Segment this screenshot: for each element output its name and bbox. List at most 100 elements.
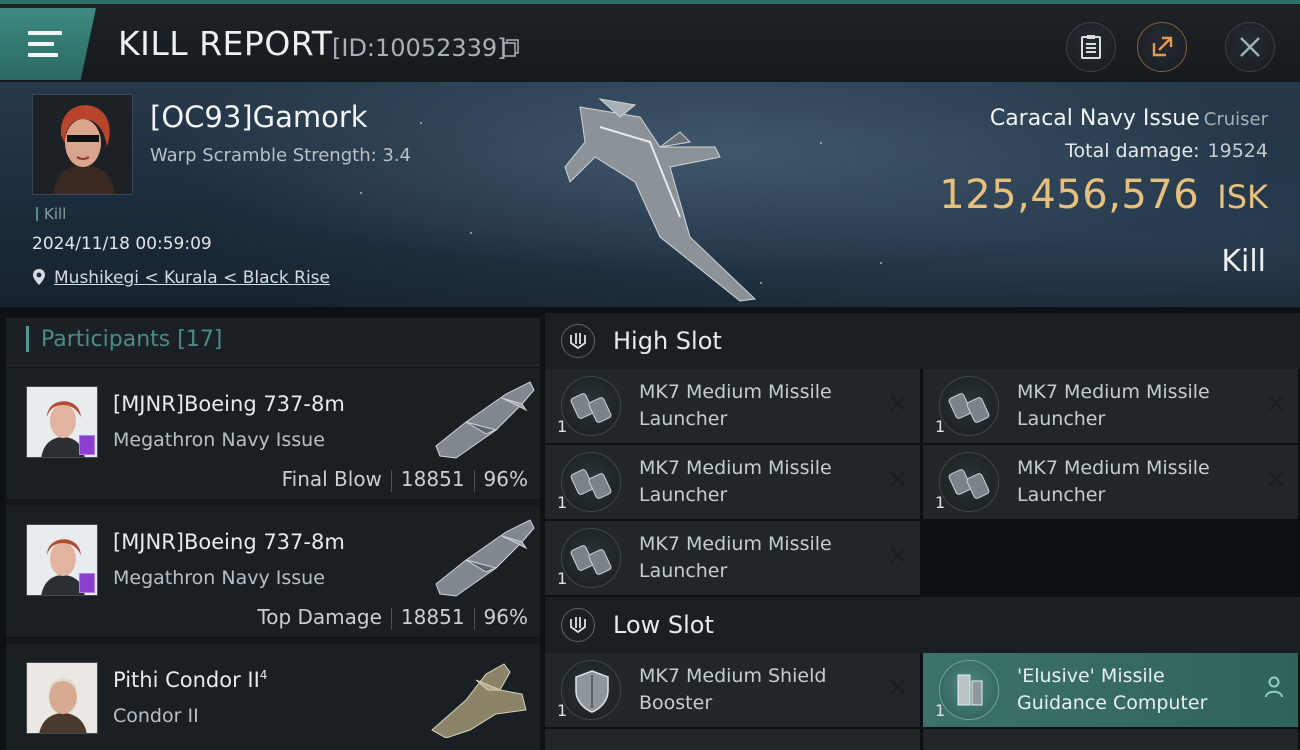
module-quantity: 1 <box>557 701 568 720</box>
module-name: MK7 Medium Missile Launcher <box>639 381 832 430</box>
module-name: MK7 Medium Missile Launcher <box>1017 381 1210 430</box>
missile-launcher-icon <box>939 376 999 436</box>
low-slot-header: Low Slot <box>545 597 1300 653</box>
participants-label: Participants <box>41 327 171 352</box>
participant-row[interactable]: [MJNR]Boeing 737-8m Megathron Navy Issue… <box>6 506 540 638</box>
module-quantity: 1 <box>935 493 946 512</box>
share-icon <box>1152 36 1173 57</box>
participant-percent: 96% <box>483 605 528 629</box>
victim-portrait[interactable] <box>32 94 133 195</box>
participant-ship-icon <box>431 663 527 738</box>
participant-stats: Final Blow 18851 96% <box>282 467 528 492</box>
participants-panel: Participants [17] [MJNR]Boeing 737-8m Me… <box>6 318 540 750</box>
avatar[interactable] <box>26 662 98 734</box>
victim-ship-name[interactable]: Caracal Navy Issue <box>990 106 1200 131</box>
module-item[interactable]: 1 MK7 Medium Shield Booster <box>545 653 920 727</box>
corp-badge-icon <box>79 573 95 593</box>
location-pin-icon <box>33 269 45 285</box>
participant-rank: 4 <box>259 668 268 682</box>
isk-currency: ISK <box>1217 178 1268 216</box>
module-quantity: 1 <box>557 493 568 512</box>
destroyed-icon <box>1268 395 1284 411</box>
module-name: MK7 Medium Missile Launcher <box>1017 457 1210 506</box>
corp-badge-icon <box>79 435 95 455</box>
destroyed-icon <box>890 471 906 487</box>
clipboard-button[interactable] <box>1066 22 1116 72</box>
module-name: MK7 Medium Missile Launcher <box>639 457 832 506</box>
participant-ship-icon <box>435 381 535 459</box>
total-damage-label: Total damage: <box>1065 140 1200 162</box>
kill-result: Kill <box>1221 244 1266 279</box>
participant-name[interactable]: [MJNR]Boeing 737-8m <box>113 392 345 416</box>
share-button[interactable] <box>1137 22 1187 72</box>
star <box>880 262 882 264</box>
missile-launcher-icon <box>561 452 621 512</box>
module-quantity: 1 <box>935 417 946 436</box>
avatar[interactable] <box>26 524 98 596</box>
missile-launcher-icon <box>939 452 999 512</box>
participant-ship-icon <box>435 519 535 597</box>
avatar[interactable] <box>26 386 98 458</box>
total-damage-value: 19524 <box>1207 140 1268 162</box>
participant-stats: Top Damage 18851 96% <box>257 605 528 630</box>
participant-ship: Megathron Navy Issue <box>113 429 325 451</box>
total-damage: Total damage: 19524 <box>1065 140 1268 162</box>
victim-summary: [OC93]Gamork Warp Scramble Strength: 3.4… <box>0 82 1300 307</box>
module-item[interactable]: 1 MK7 Medium Missile Launcher <box>545 521 920 595</box>
module-item[interactable]: 1 MK7 Medium Missile Launcher <box>923 445 1298 519</box>
participant-ship: Condor II <box>113 705 199 727</box>
module-item[interactable]: 1 MK7 Medium Missile Launcher <box>545 369 920 443</box>
isk-amount: 125,456,576 <box>939 172 1200 218</box>
participant-role: Top Damage <box>257 605 382 629</box>
destroyed-icon <box>890 395 906 411</box>
victim-pilot-name[interactable]: [OC93]Gamork <box>150 100 368 134</box>
star <box>420 122 422 124</box>
header-bar: KILL REPORT [ID:10052339] <box>0 0 1300 82</box>
destroyed-icon <box>1268 471 1284 487</box>
module-quantity: 1 <box>557 417 568 436</box>
clipboard-icon <box>1081 35 1101 59</box>
victim-ship-class: Cruiser <box>1203 109 1268 130</box>
low-slot-icon <box>561 608 595 642</box>
participant-row[interactable]: [MJNR]Boeing 737-8m Megathron Navy Issue… <box>6 368 540 500</box>
participant-role: Final Blow <box>281 467 382 491</box>
missile-launcher-icon <box>561 528 621 588</box>
module-quantity: 1 <box>557 569 568 588</box>
report-id: [ID:10052339] <box>332 34 507 62</box>
copy-icon[interactable] <box>503 39 519 57</box>
victim-ship-render <box>564 98 757 302</box>
page-title: KILL REPORT <box>118 24 333 63</box>
kill-location-link[interactable]: Mushikegi < Kurala < Black Rise <box>54 268 330 288</box>
module-name: 'Elusive' Missile Guidance Computer <box>1017 665 1208 714</box>
module-item[interactable]: 1 'Elusive' Missile Guidance Computer <box>923 653 1298 727</box>
participant-name[interactable]: Pithi Condor II4 <box>113 668 267 692</box>
participant-row[interactable]: Pithi Condor II4 Condor II <box>6 644 540 750</box>
participant-percent: 96% <box>483 467 528 491</box>
destroyed-icon <box>890 679 906 695</box>
module-item[interactable]: 1 MK7 Medium Missile Launcher <box>545 445 920 519</box>
module-name: MK7 Medium Missile Launcher <box>639 533 832 582</box>
participants-count: [17] <box>177 327 223 352</box>
participant-ship: Megathron Navy Issue <box>113 567 325 589</box>
kill-datetime: 2024/11/18 00:59:09 <box>32 234 212 254</box>
menu-icon <box>28 31 62 57</box>
shield-booster-icon <box>561 660 621 720</box>
destroyed-icon <box>890 547 906 563</box>
victim-ship-info: Caracal Navy Issue Cruiser <box>990 106 1268 131</box>
participant-name[interactable]: [MJNR]Boeing 737-8m <box>113 530 345 554</box>
low-slot-label: Low Slot <box>613 611 714 639</box>
participant-damage: 18851 <box>400 605 465 629</box>
high-slot-label: High Slot <box>613 327 722 355</box>
menu-button[interactable] <box>0 8 96 80</box>
module-item[interactable]: 1 MK7 Medium Missile Launcher <box>923 369 1298 443</box>
module-item[interactable] <box>545 729 920 750</box>
warp-scramble-strength: Warp Scramble Strength: 3.4 <box>150 145 412 166</box>
close-button[interactable] <box>1225 22 1275 72</box>
person-icon <box>1265 676 1283 698</box>
isk-value: 125,456,576 ISK <box>939 172 1268 218</box>
module-name: MK7 Medium Shield Booster <box>639 665 827 714</box>
star <box>360 192 362 194</box>
module-item[interactable] <box>923 729 1298 750</box>
guidance-computer-icon <box>939 660 999 720</box>
missile-launcher-icon <box>561 376 621 436</box>
